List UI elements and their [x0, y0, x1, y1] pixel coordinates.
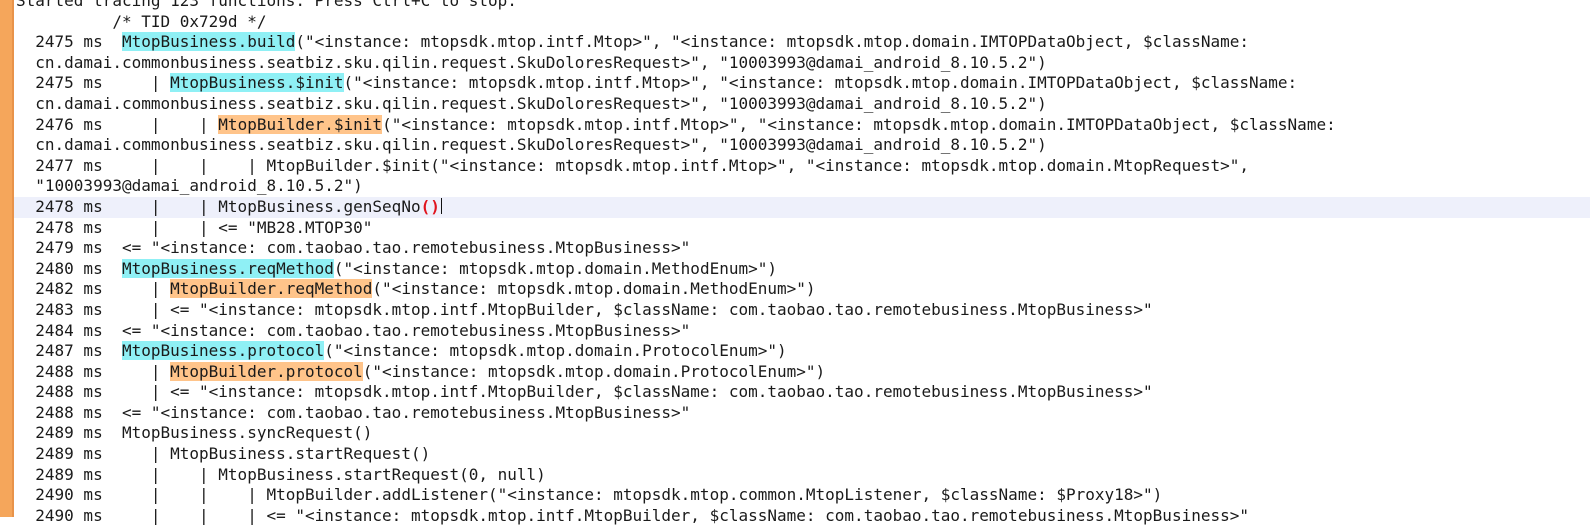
code-line[interactable]: 2477 ms | | | MtopBuilder.$init("<instan… [14, 156, 1590, 177]
matched-parens: () [420, 196, 440, 216]
code-line[interactable]: /* TID 0x729d */ [14, 12, 1590, 33]
code-line[interactable]: 2476 ms | | MtopBuilder.$init("<instance… [14, 114, 1590, 136]
line-text: 2489 ms | MtopBusiness.startRequest() [16, 444, 431, 464]
code-line[interactable]: 2483 ms | <= "<instance: mtopsdk.mtop.in… [14, 300, 1590, 321]
code-line[interactable]: Started tracing 123 functions. Press Ctr… [14, 0, 1590, 12]
code-line[interactable]: 2488 ms | <= "<instance: mtopsdk.mtop.in… [14, 382, 1590, 403]
line-text-rest: ("<instance: mtopsdk.mtop.intf.Mtop>", "… [295, 32, 1250, 52]
code-line[interactable]: 2480 ms MtopBusiness.reqMethod("<instanc… [14, 258, 1590, 280]
line-text-rest: ("<instance: mtopsdk.mtop.domain.Protoco… [362, 361, 826, 381]
line-text: 2482 ms | [16, 279, 171, 299]
line-text: 2480 ms [16, 258, 122, 278]
search-highlight: MtopBusiness.build [121, 32, 296, 52]
line-text: "10003993@damai_android_8.10.5.2") [16, 176, 363, 196]
line-text: cn.damai.commonbusiness.seatbiz.sku.qili… [16, 52, 1047, 72]
code-line[interactable]: 2488 ms | MtopBuilder.protocol("<instanc… [14, 361, 1590, 383]
code-line[interactable]: 2482 ms | MtopBuilder.reqMethod("<instan… [14, 279, 1590, 300]
editor-gutter-bar [0, 0, 14, 517]
code-line[interactable]: 2489 ms | MtopBusiness.startRequest() [14, 444, 1590, 465]
line-text: cn.damai.commonbusiness.seatbiz.sku.qili… [16, 93, 1047, 113]
line-text-rest: ("<instance: mtopsdk.mtop.domain.Protoco… [324, 341, 787, 361]
code-line[interactable]: 2487 ms MtopBusiness.protocol("<instance… [14, 341, 1590, 362]
line-text: 2477 ms | | | MtopBuilder.$init("<instan… [16, 155, 1249, 175]
line-text: 2476 ms | | [16, 114, 219, 134]
line-text: 2479 ms <= "<instance: com.taobao.tao.re… [16, 238, 691, 258]
current-line[interactable]: 2478 ms | | MtopBusiness.genSeqNo() [14, 196, 1590, 218]
search-highlight: MtopBusiness.reqMethod [121, 258, 334, 278]
code-line[interactable]: 2478 ms | | <= "MB28.MTOP30" [14, 218, 1590, 239]
code-line[interactable]: 2475 ms MtopBusiness.build("<instance: m… [14, 32, 1590, 53]
line-text: 2490 ms | | | <= "<instance: mtopsdk.mto… [16, 505, 1249, 525]
line-text: 2488 ms <= "<instance: com.taobao.tao.re… [16, 402, 691, 422]
code-line[interactable]: cn.damai.commonbusiness.seatbiz.sku.qili… [14, 135, 1590, 156]
text-caret [440, 197, 442, 214]
line-text: 2483 ms | <= "<instance: mtopsdk.mtop.in… [16, 299, 1153, 319]
line-text: Started tracing 123 functions. Press Ctr… [16, 0, 517, 10]
code-line[interactable]: 2479 ms <= "<instance: com.taobao.tao.re… [14, 238, 1590, 259]
line-text: 2478 ms | | <= "MB28.MTOP30" [16, 217, 373, 237]
line-text: 2489 ms | | MtopBusiness.startRequest(0,… [16, 464, 546, 484]
line-text: 2487 ms [16, 341, 122, 361]
search-highlight: MtopBuilder.protocol [170, 361, 363, 381]
line-text: cn.damai.commonbusiness.seatbiz.sku.qili… [16, 135, 1047, 155]
line-text: 2488 ms | <= "<instance: mtopsdk.mtop.in… [16, 382, 1153, 402]
code-line[interactable]: 2489 ms MtopBusiness.syncRequest() [14, 423, 1590, 444]
line-text: 2490 ms | | | MtopBuilder.addListener("<… [16, 485, 1163, 505]
code-line[interactable]: "10003993@damai_android_8.10.5.2") [14, 176, 1590, 197]
line-text: 2475 ms | [16, 73, 171, 93]
code-line[interactable]: 2489 ms | | MtopBusiness.startRequest(0,… [14, 465, 1590, 486]
line-text-rest: ("<instance: mtopsdk.mtop.domain.MethodE… [372, 279, 816, 299]
code-line[interactable]: cn.damai.commonbusiness.seatbiz.sku.qili… [14, 53, 1590, 74]
search-highlight: MtopBusiness.$init [170, 73, 344, 93]
line-text: 2475 ms [16, 32, 122, 52]
line-text: 2488 ms | [16, 361, 171, 381]
line-text: 2484 ms <= "<instance: com.taobao.tao.re… [16, 320, 691, 340]
code-line[interactable]: 2484 ms <= "<instance: com.taobao.tao.re… [14, 321, 1590, 342]
search-highlight: MtopBuilder.$init [218, 114, 383, 134]
line-text-rest: ("<instance: mtopsdk.mtop.domain.MethodE… [333, 258, 777, 278]
text-editor[interactable]: Started tracing 123 functions. Press Ctr… [14, 0, 1590, 525]
code-line[interactable]: 2490 ms | | | <= "<instance: mtopsdk.mto… [14, 506, 1590, 526]
line-text: 2478 ms | | MtopBusiness.genSeqNo [16, 196, 421, 216]
code-line[interactable]: 2488 ms <= "<instance: com.taobao.tao.re… [14, 403, 1590, 424]
code-line[interactable]: cn.damai.commonbusiness.seatbiz.sku.qili… [14, 94, 1590, 115]
line-text-rest: ("<instance: mtopsdk.mtop.intf.Mtop>", "… [382, 114, 1336, 134]
line-text-rest: ("<instance: mtopsdk.mtop.intf.Mtop>", "… [343, 73, 1298, 93]
line-text: /* TID 0x729d */ [16, 11, 267, 31]
line-text: 2489 ms MtopBusiness.syncRequest() [16, 423, 373, 443]
search-highlight: MtopBuilder.reqMethod [170, 279, 373, 299]
search-highlight: MtopBusiness.protocol [121, 341, 325, 361]
code-line[interactable]: 2490 ms | | | MtopBuilder.addListener("<… [14, 485, 1590, 506]
code-line[interactable]: 2475 ms | MtopBusiness.$init("<instance:… [14, 73, 1590, 94]
